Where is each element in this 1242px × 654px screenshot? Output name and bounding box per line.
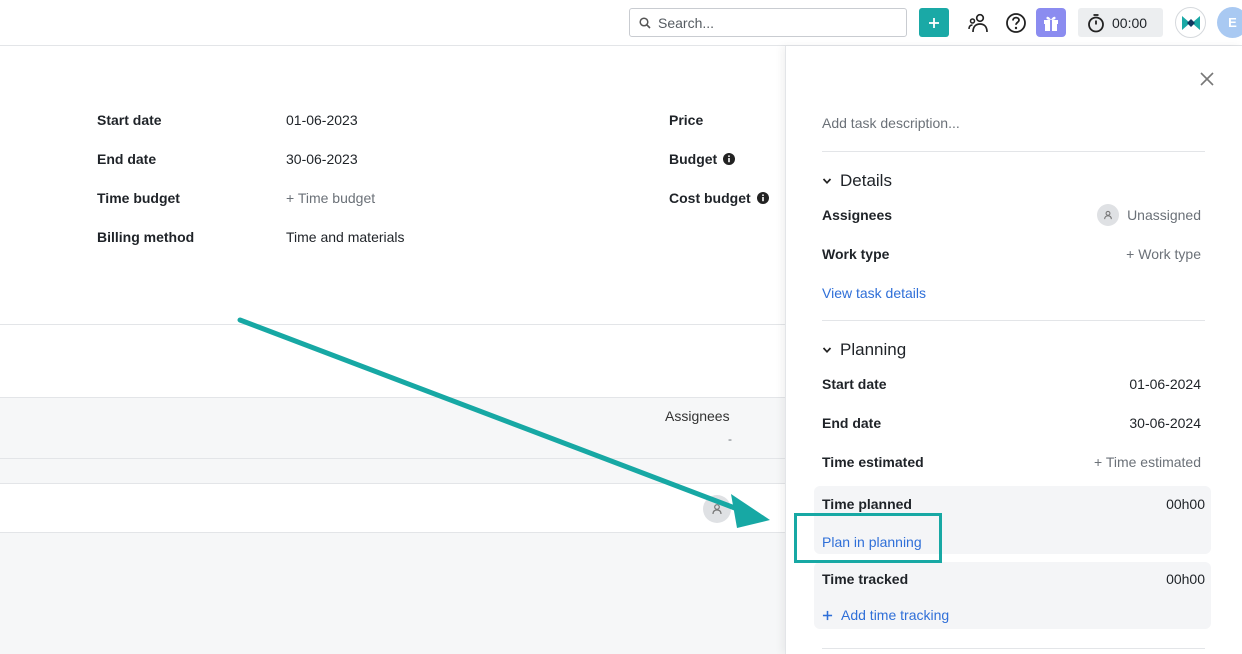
divider (822, 151, 1205, 152)
time-budget-add[interactable]: + Time budget (286, 190, 375, 206)
cost-budget-label: Cost budget (669, 190, 751, 206)
view-task-details-link[interactable]: View task details (822, 285, 926, 301)
app-logo-icon (1181, 15, 1200, 30)
billing-method-value[interactable]: Time and materials (286, 229, 405, 245)
time-estimated-label: Time estimated (822, 454, 924, 470)
time-tracked-label: Time tracked (822, 571, 909, 587)
end-date-label: End date (97, 151, 157, 167)
assignees-label: Assignees (822, 207, 893, 223)
plus-icon (822, 610, 833, 620)
time-estimated-add[interactable]: + Time estimated (1094, 454, 1201, 470)
time-tracked-value: 00h00 (1166, 571, 1205, 587)
planning-section-toggle[interactable]: Planning (822, 340, 906, 360)
info-icon[interactable] (756, 192, 769, 204)
divider (822, 648, 1205, 649)
planning-start-label: Start date (822, 376, 887, 392)
details-section-toggle[interactable]: Details (822, 171, 892, 191)
app-logo[interactable] (1175, 7, 1206, 38)
budget-label: Budget (669, 151, 718, 167)
highlight-box (794, 513, 942, 563)
user-icon (1097, 204, 1120, 226)
top-bar: 00:00 E (0, 0, 1242, 46)
stopwatch-icon (1088, 13, 1104, 32)
start-date-value: 01-06-2023 (286, 112, 358, 128)
add-time-tracking-label: Add time tracking (841, 607, 950, 623)
work-type-label: Work type (822, 246, 890, 262)
timer-value: 00:00 (1112, 14, 1148, 31)
end-date-value: 30-06-2023 (286, 151, 358, 167)
assignees-column-header[interactable]: Assignees (665, 408, 730, 424)
close-icon (1200, 72, 1214, 86)
assignees-selector[interactable]: Unassigned (1097, 204, 1201, 226)
start-date-label: Start date (97, 112, 162, 128)
planning-title: Planning (840, 340, 907, 359)
planning-end-value[interactable]: 30-06-2024 (1129, 415, 1201, 431)
close-button[interactable] (1199, 71, 1215, 90)
search-icon (639, 17, 651, 29)
table-header (0, 397, 785, 459)
time-budget-label: Time budget (97, 190, 180, 206)
table-row[interactable] (0, 484, 785, 532)
gift-icon (1044, 16, 1058, 31)
chevron-down-icon (822, 347, 832, 354)
table-spacer (0, 459, 785, 483)
details-title: Details (840, 171, 892, 190)
budget-field: Budget (669, 151, 736, 167)
gift-button[interactable] (1036, 8, 1066, 37)
search-box[interactable] (629, 8, 907, 37)
time-planned-value: 00h00 (1166, 496, 1205, 512)
user-avatar[interactable]: E (1217, 7, 1242, 38)
cost-budget-field: Cost budget (669, 190, 769, 206)
divider (822, 320, 1205, 321)
task-description-input[interactable]: Add task description... (822, 115, 960, 131)
timer-button[interactable]: 00:00 (1078, 8, 1163, 37)
add-time-tracking-link[interactable]: Add time tracking (822, 607, 949, 623)
user-icon (712, 504, 722, 515)
info-icon[interactable] (723, 153, 736, 165)
plus-icon (929, 17, 939, 28)
divider (0, 324, 785, 325)
planning-start-value[interactable]: 01-06-2024 (1129, 376, 1201, 392)
billing-method-label: Billing method (97, 229, 195, 245)
work-type-add[interactable]: + Work type (1126, 246, 1201, 262)
team-icon[interactable] (966, 10, 991, 35)
chevron-down-icon (822, 178, 832, 185)
price-label: Price (669, 112, 704, 128)
create-button[interactable] (919, 8, 949, 37)
assignees-empty: - (728, 432, 732, 446)
help-icon[interactable] (1003, 10, 1028, 35)
table-empty-area (0, 533, 785, 654)
assignees-value: Unassigned (1127, 207, 1201, 223)
search-input[interactable] (658, 12, 898, 33)
planning-end-label: End date (822, 415, 882, 431)
row-assignee-avatar[interactable] (703, 495, 731, 523)
time-planned-label: Time planned (822, 496, 912, 512)
